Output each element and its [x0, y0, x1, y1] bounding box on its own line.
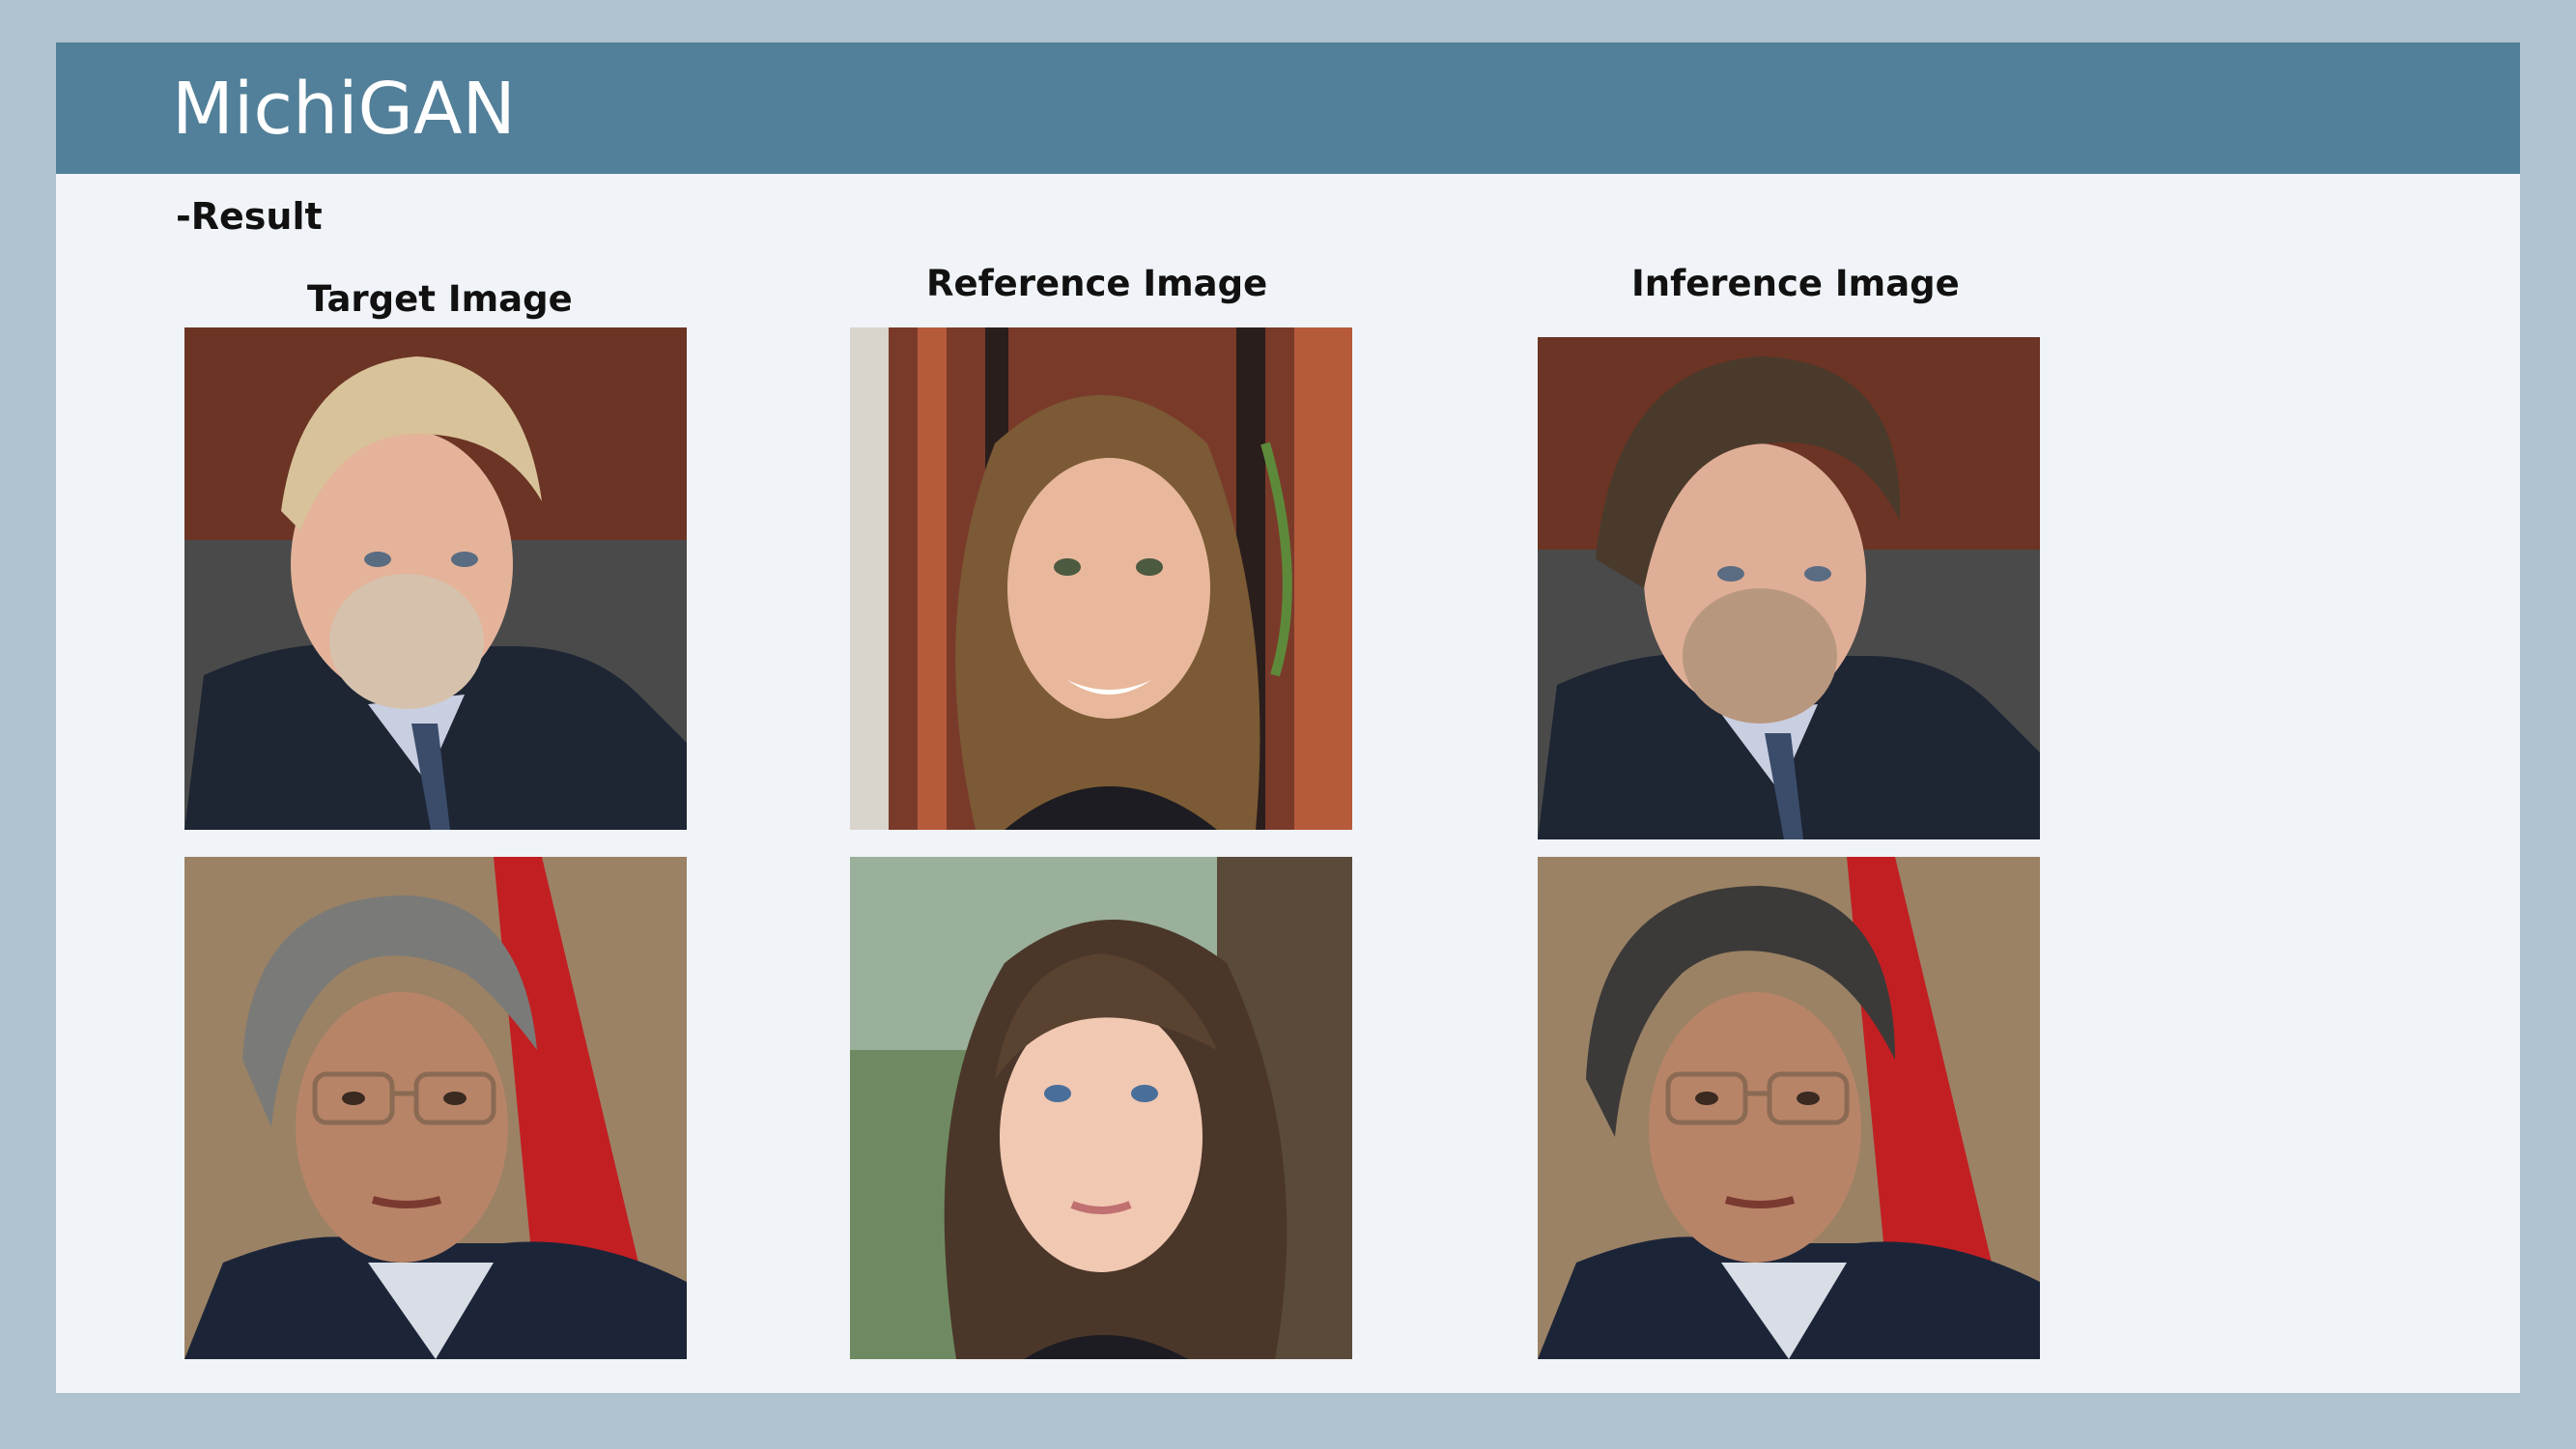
inference-image-row2	[1538, 857, 2040, 1359]
reference-image-row1	[850, 327, 1352, 830]
target-image-row2	[184, 857, 687, 1359]
reference-image-label: Reference Image	[926, 263, 1268, 304]
target-image-label: Target Image	[307, 278, 573, 320]
slide-title: MichiGAN	[172, 68, 516, 151]
section-subtitle: -Result	[176, 195, 323, 238]
inference-image-row1	[1538, 337, 2040, 839]
slide: MichiGAN -Result Target Image Reference …	[56, 43, 2520, 1393]
reference-image-row2	[850, 857, 1352, 1359]
target-image-row1	[184, 327, 687, 830]
slide-header: MichiGAN	[56, 43, 2520, 174]
inference-image-label: Inference Image	[1631, 263, 1960, 304]
